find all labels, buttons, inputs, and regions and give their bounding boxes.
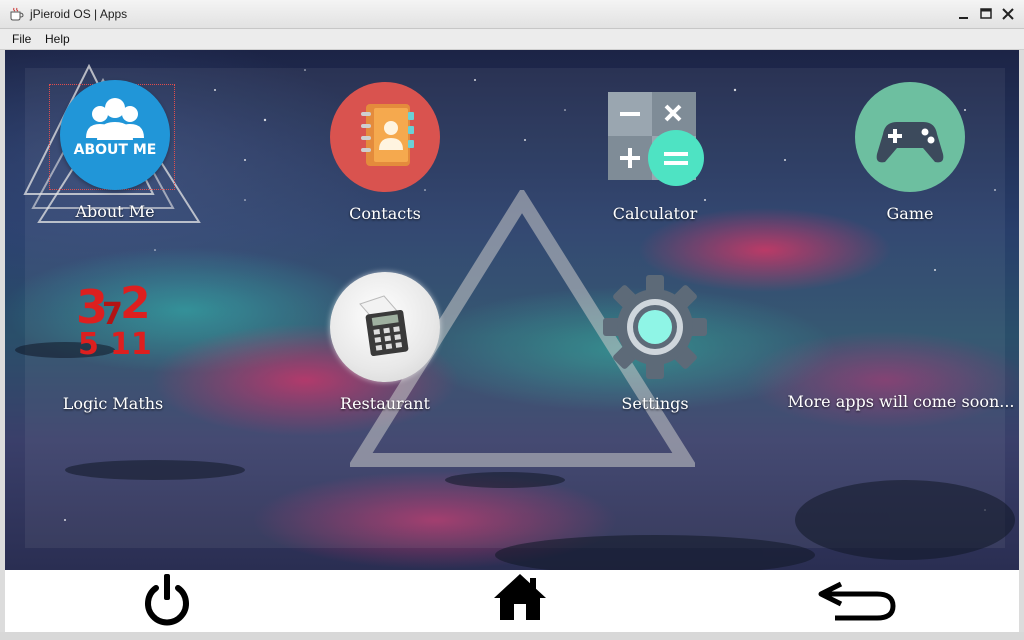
app-label: Settings — [621, 394, 689, 413]
menu-bar: File Help — [0, 29, 1024, 50]
home-screen: ABOUT ME About Me Contacts Calculator Ga… — [5, 50, 1019, 570]
app-settings[interactable]: Settings — [555, 272, 755, 413]
power-icon[interactable] — [137, 570, 197, 632]
app-contacts[interactable]: Contacts — [285, 82, 485, 223]
more-apps-text: More apps will come soon... — [787, 392, 1015, 411]
coffee-cup-icon — [10, 7, 24, 21]
app-logic-maths[interactable]: 3 2 7 5 11 Logic Maths — [13, 272, 213, 414]
home-icon[interactable] — [490, 570, 550, 632]
logic-number: 5 — [78, 327, 99, 362]
maximize-icon[interactable] — [975, 3, 997, 25]
calculator-icon — [608, 92, 704, 186]
bottom-nav-bar — [5, 570, 1019, 632]
app-label: Contacts — [349, 204, 421, 223]
app-label: Game — [886, 204, 934, 223]
back-arrow-icon[interactable] — [815, 570, 905, 632]
gamepad-icon — [855, 82, 965, 192]
menu-file[interactable]: File — [12, 32, 31, 46]
minimize-icon[interactable] — [953, 3, 975, 25]
logic-maths-icon: 3 2 7 5 11 — [58, 272, 168, 382]
title-bar: jPieroid OS | Apps — [0, 0, 1024, 29]
app-label: Restaurant — [340, 394, 430, 413]
logic-number: 11 — [110, 327, 152, 362]
about-me-icon-text: ABOUT ME — [73, 142, 157, 158]
app-label: Logic Maths — [62, 394, 164, 413]
window-bottom-edge — [0, 632, 1024, 640]
logic-number: 7 — [102, 297, 123, 332]
gear-icon — [603, 275, 707, 379]
app-game[interactable]: Game — [810, 82, 1010, 223]
window-title: jPieroid OS | Apps — [30, 7, 128, 21]
menu-help[interactable]: Help — [45, 32, 70, 46]
logic-number: 2 — [120, 278, 151, 329]
app-calculator[interactable]: Calculator — [555, 82, 755, 223]
about-me-icon: ABOUT ME — [60, 80, 170, 190]
app-restaurant[interactable]: Restaurant — [285, 272, 485, 413]
restaurant-bill-icon — [330, 272, 440, 382]
app-about-me[interactable]: ABOUT ME About Me — [15, 80, 215, 221]
app-label: Calculator — [612, 204, 698, 223]
app-label: About Me — [75, 202, 155, 221]
close-icon[interactable] — [997, 3, 1019, 25]
address-book-icon — [330, 82, 440, 192]
